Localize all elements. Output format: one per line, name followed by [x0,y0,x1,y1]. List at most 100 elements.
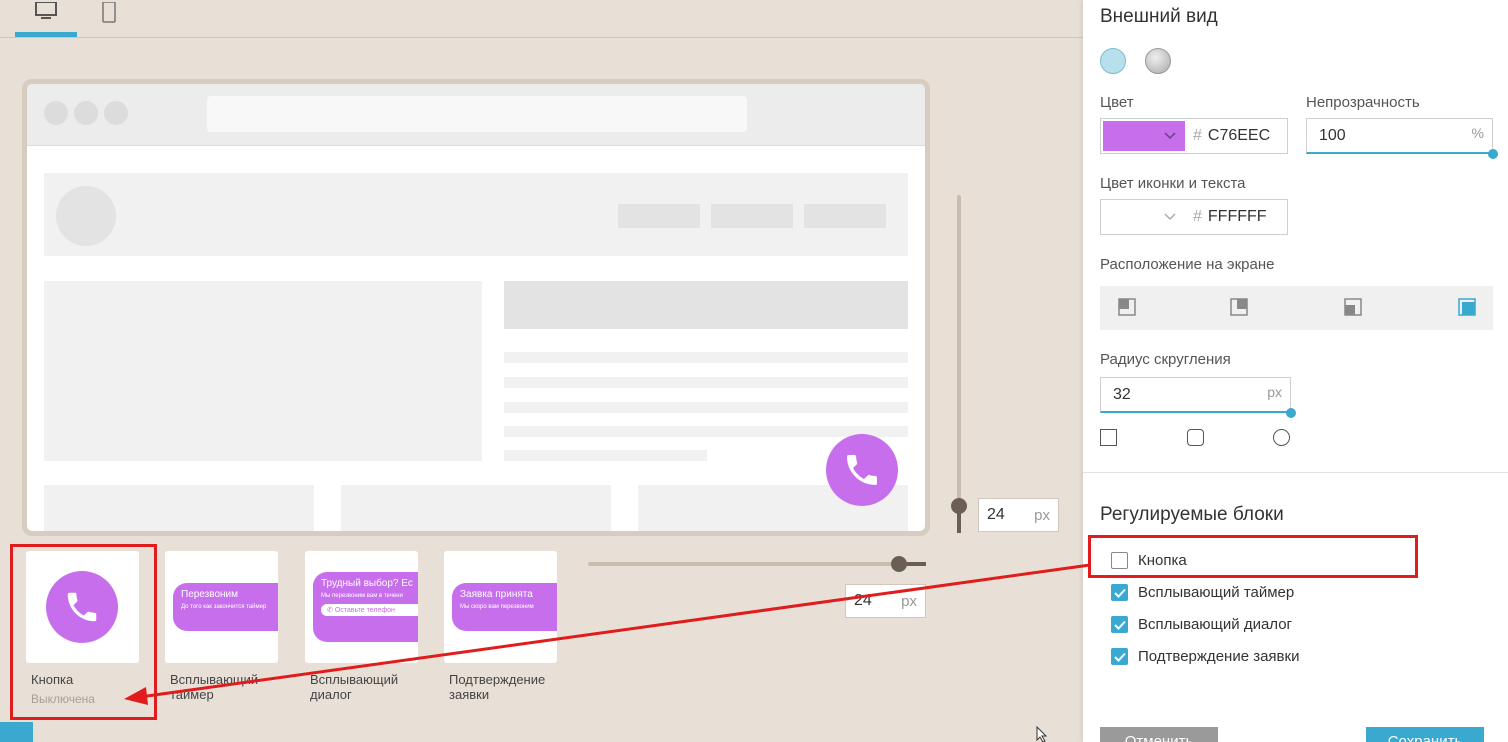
callback-button-preview [826,434,898,506]
vertical-offset-slider-handle[interactable] [951,498,967,514]
content-placeholder [44,281,482,461]
icon-color-swatch[interactable] [1103,202,1185,232]
block-label-dialog: Всплывающий диалог [310,672,399,702]
dialog-thumb-text: Мы перезвоним вам в течени [321,593,403,599]
cancel-button[interactable]: Отменить [1100,727,1218,742]
card-placeholder [341,485,611,531]
horizontal-offset-value: 24 [854,592,872,609]
position-top-right-icon[interactable] [1230,298,1248,316]
toggle-confirmation-row[interactable]: Подтверждение заявки [1111,648,1299,665]
dialog-thumbnail: Трудный выбор? Ес Мы перезвоним вам в те… [313,572,418,642]
timer-thumb-title: Перезвоним [181,589,238,600]
color-picker[interactable]: # C76EEC [1100,118,1288,154]
window-dot [44,101,68,125]
checkbox-dialog[interactable] [1111,616,1128,633]
style-flat-option[interactable] [1100,48,1126,74]
vertical-offset-slider-track[interactable] [957,195,961,533]
toggle-timer-row[interactable]: Всплывающий таймер [1111,584,1294,601]
dialog-thumb-input-text: Оставьте телефон [334,607,395,614]
radius-unit: px [1267,384,1282,400]
block-card-timer[interactable]: Перезвоним До того как закончится таймер [165,551,278,663]
confirmation-thumbnail: Заявка принята Мы скоро вам перезвоним [452,583,557,631]
horizontal-offset-slider-track[interactable] [588,562,926,566]
appearance-title: Внешний вид [1100,6,1218,27]
blocks-title: Регулируемые блоки [1100,504,1284,525]
horizontal-offset-slider-handle[interactable] [891,556,907,572]
checkmark-icon [1113,652,1126,662]
shape-circle-icon[interactable] [1273,429,1290,446]
window-dot [74,101,98,125]
logo-placeholder [56,186,116,246]
nav-placeholder [618,204,700,228]
bottom-accent-chip[interactable] [0,722,33,742]
chevron-down-icon [1164,213,1176,221]
dialog-thumb-title: Трудный выбор? Ес [321,578,413,589]
block-card-confirmation[interactable]: Заявка принята Мы скоро вам перезвоним [444,551,557,663]
settings-panel: Внешний вид Цвет # C76EEC Непрозрачность… [1083,0,1508,742]
opacity-slider-handle[interactable] [1488,149,1498,159]
radius-value: 32 [1113,385,1131,403]
horizontal-offset-input[interactable]: 24 px [845,584,926,618]
shape-rounded-icon[interactable] [1187,429,1204,446]
confirmation-thumb-title: Заявка принята [460,589,533,600]
text-line-placeholder [504,450,707,461]
text-line-placeholder [504,426,908,437]
tab-desktop[interactable] [15,0,77,37]
mobile-icon [102,2,116,23]
preview-area: 24 px 24 px Кнопка Выключена Перезвоним … [0,0,1083,742]
shape-square-icon[interactable] [1100,429,1117,446]
style-gradient-option[interactable] [1145,48,1171,74]
block-card-dialog[interactable]: Трудный выбор? Ес Мы перезвоним вам в те… [305,551,418,663]
window-dot [104,101,128,125]
opacity-input[interactable]: 100 % [1306,118,1493,154]
horizontal-offset-unit: px [901,592,917,610]
radius-input[interactable]: 32 px [1100,377,1291,413]
chevron-down-icon [1164,132,1176,140]
opacity-label: Непрозрачность [1306,94,1420,111]
annotation-highlight-card [10,544,157,720]
vertical-offset-input[interactable]: 24 px [978,498,1059,532]
nav-placeholder [804,204,886,228]
phone-icon [847,455,877,485]
desktop-icon [35,2,57,19]
mouse-cursor-icon [1036,726,1048,742]
radius-label: Радиус скругления [1100,351,1231,368]
timer-thumb-text: До того как закончится таймер [181,604,267,610]
color-swatch[interactable] [1103,121,1185,151]
nav-placeholder [711,204,793,228]
block-label-confirmation: Подтверждение заявки [449,672,546,702]
radius-slider-handle[interactable] [1286,408,1296,418]
hash-symbol: # [1193,208,1202,225]
checkmark-icon [1113,620,1126,630]
toggle-dialog-row[interactable]: Всплывающий диалог [1111,616,1292,633]
color-hex-value: C76EEC [1207,127,1271,144]
browser-toolbar [27,84,925,146]
hash-symbol: # [1193,127,1202,144]
dialog-thumb-input: ✆ Оставьте телефон [321,604,418,616]
position-bottom-left-icon[interactable] [1344,298,1362,316]
timer-thumbnail: Перезвоним До того как закончится таймер [173,583,278,631]
vertical-offset-value: 24 [987,506,1005,523]
checkmark-icon [1113,588,1126,598]
browser-mockup [22,79,930,536]
checkbox-timer[interactable] [1111,584,1128,601]
phone-icon: ✆ [327,607,333,614]
address-bar [207,96,747,132]
opacity-value: 100 [1319,126,1346,144]
position-top-left-icon[interactable] [1118,298,1136,316]
save-button[interactable]: Сохранить [1366,727,1484,742]
confirmation-thumb-text: Мы скоро вам перезвоним [460,604,534,610]
text-line-placeholder [504,402,908,413]
tab-mobile[interactable] [78,0,140,37]
text-line-placeholder [504,377,908,388]
vertical-offset-unit: px [1034,506,1050,524]
text-line-placeholder [504,352,908,363]
section-divider [1083,472,1508,473]
toggle-timer-label: Всплывающий таймер [1138,584,1295,601]
checkbox-confirmation[interactable] [1111,648,1128,665]
position-bottom-right-icon[interactable] [1458,298,1476,316]
icon-color-label: Цвет иконки и текста [1100,175,1246,192]
position-selector [1100,286,1493,330]
icon-color-picker[interactable]: # FFFFFF [1100,199,1288,235]
card-placeholder [44,485,314,531]
